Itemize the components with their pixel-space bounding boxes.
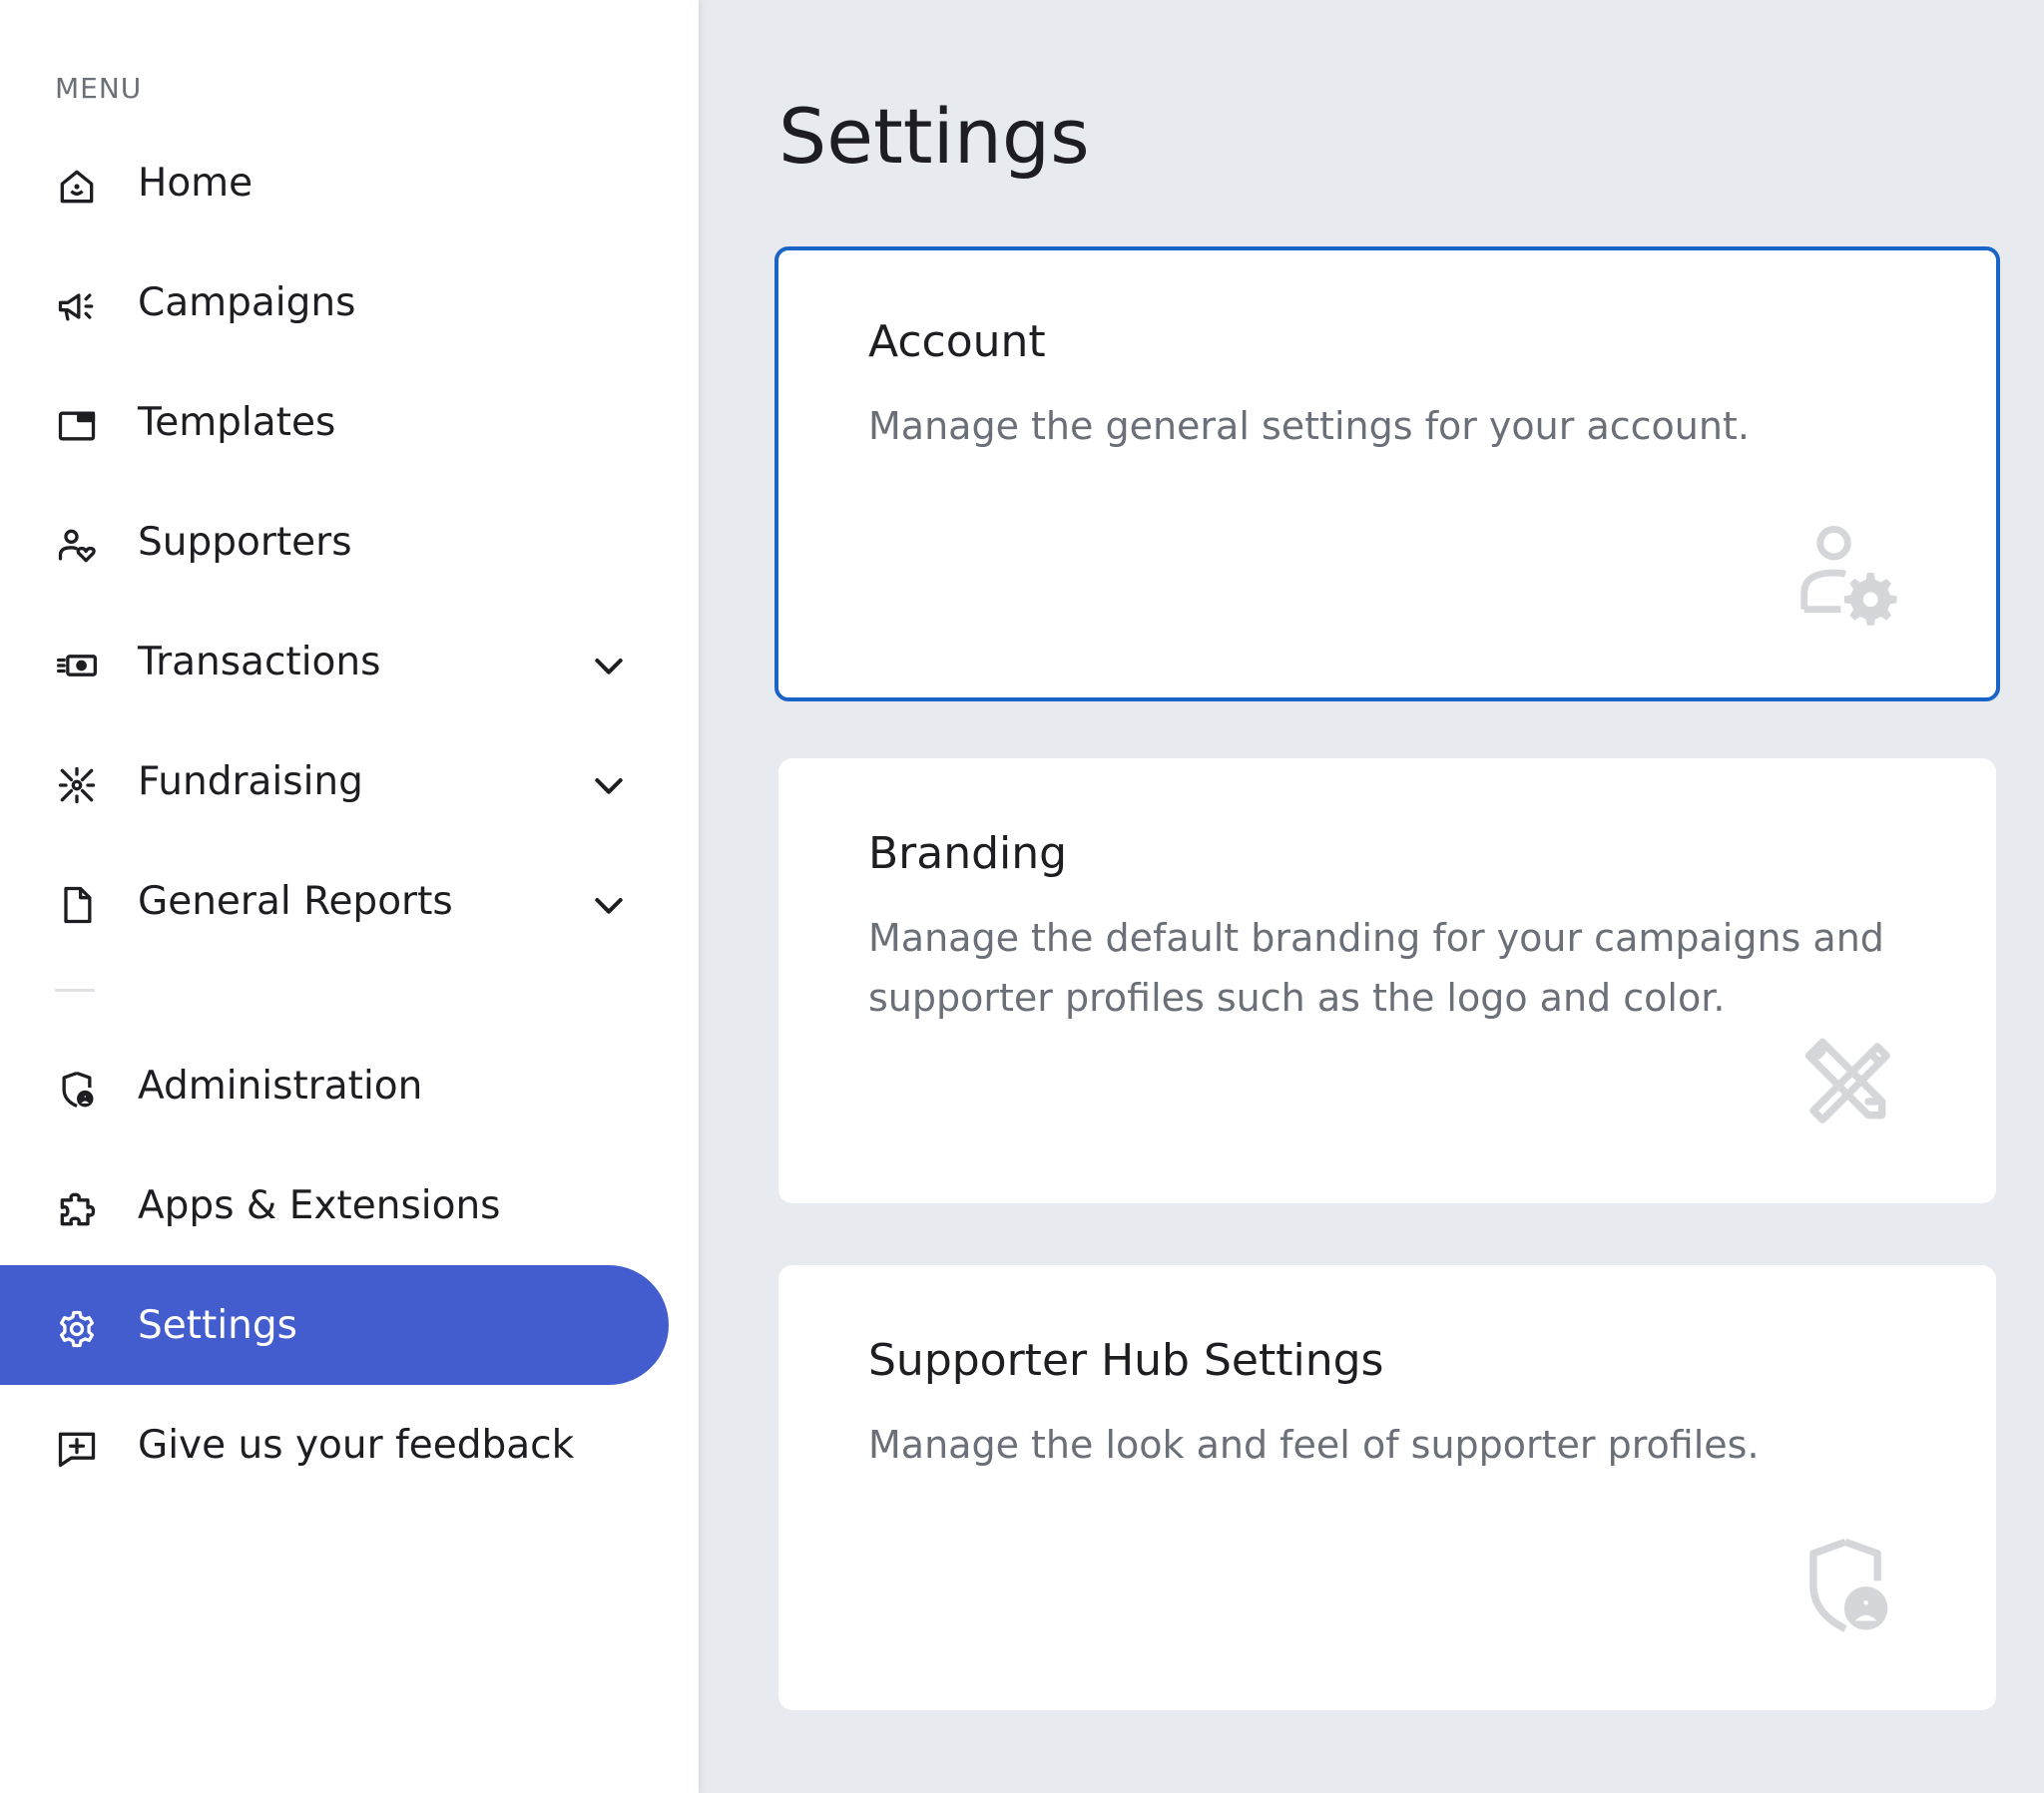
card-title: Supporter Hub Settings (868, 1335, 1384, 1386)
sidebar-item-campaigns[interactable]: Campaigns (0, 242, 669, 362)
sidebar-item-label: Campaigns (138, 279, 356, 325)
sidebar-item-label: Administration (138, 1063, 423, 1109)
sidebar-item-general-reports[interactable]: General Reports (0, 841, 669, 961)
sidebar-item-supporters[interactable]: Supporters (0, 482, 669, 602)
card-description: Manage the default branding for your cam… (868, 916, 1884, 1020)
shield-user-icon (1790, 1531, 1900, 1640)
sidebar-item-settings[interactable]: Settings (0, 1265, 669, 1385)
sidebar-item-home[interactable]: Home (0, 123, 669, 242)
supporters-icon (55, 524, 99, 568)
sidebar-item-transactions[interactable]: Transactions (0, 602, 669, 721)
sidebar-item-label: Apps & Extensions (138, 1182, 501, 1228)
megaphone-icon (55, 284, 99, 328)
feedback-icon (55, 1427, 99, 1471)
supporter-hub-settings-card[interactable]: Supporter Hub Settings Manage the look a… (778, 1265, 1996, 1710)
shield-user-icon (55, 1068, 99, 1112)
sidebar-item-feedback[interactable]: Give us your feedback (0, 1385, 669, 1505)
sidebar-item-label: Supporters (138, 519, 352, 565)
sidebar-item-label: Fundraising (138, 758, 363, 804)
template-icon (55, 404, 99, 448)
card-description: Manage the look and feel of supporter pr… (868, 1423, 1760, 1467)
chevron-down-icon[interactable] (589, 646, 629, 685)
home-icon (55, 165, 99, 209)
sidebar-item-label: Give us your feedback (138, 1422, 575, 1468)
menu-label: MENU (55, 72, 143, 105)
sidebar-item-apps-extensions[interactable]: Apps & Extensions (0, 1145, 669, 1265)
sidebar-item-label: Transactions (138, 639, 381, 684)
fundraising-icon (55, 763, 99, 807)
chevron-down-icon[interactable] (589, 885, 629, 925)
card-description: Manage the general settings for your acc… (868, 404, 1750, 448)
sidebar-item-label: Templates (138, 399, 336, 445)
sidebar-item-fundraising[interactable]: Fundraising (0, 721, 669, 841)
chevron-down-icon[interactable] (589, 765, 629, 805)
sidebar-divider (55, 989, 95, 992)
sidebar-item-label: Home (138, 160, 254, 206)
puzzle-icon (55, 1187, 99, 1231)
document-icon (55, 883, 99, 927)
branding-settings-card[interactable]: Branding Manage the default branding for… (778, 758, 1996, 1203)
cash-icon (55, 644, 99, 687)
sidebar: MENU Home Campaigns Templates Supporters… (0, 0, 699, 1793)
sidebar-item-administration[interactable]: Administration (0, 1026, 669, 1145)
sidebar-item-label: General Reports (138, 878, 453, 924)
user-gear-icon (1790, 518, 1900, 628)
ruler-pencil-icon (1790, 1024, 1900, 1133)
gear-icon (55, 1307, 99, 1351)
sidebar-item-label: Settings (138, 1302, 297, 1348)
card-title: Branding (868, 828, 1068, 879)
page-title: Settings (778, 92, 1090, 181)
sidebar-item-templates[interactable]: Templates (0, 362, 669, 482)
card-title: Account (868, 316, 1046, 367)
account-settings-card[interactable]: Account Manage the general settings for … (774, 246, 2000, 701)
